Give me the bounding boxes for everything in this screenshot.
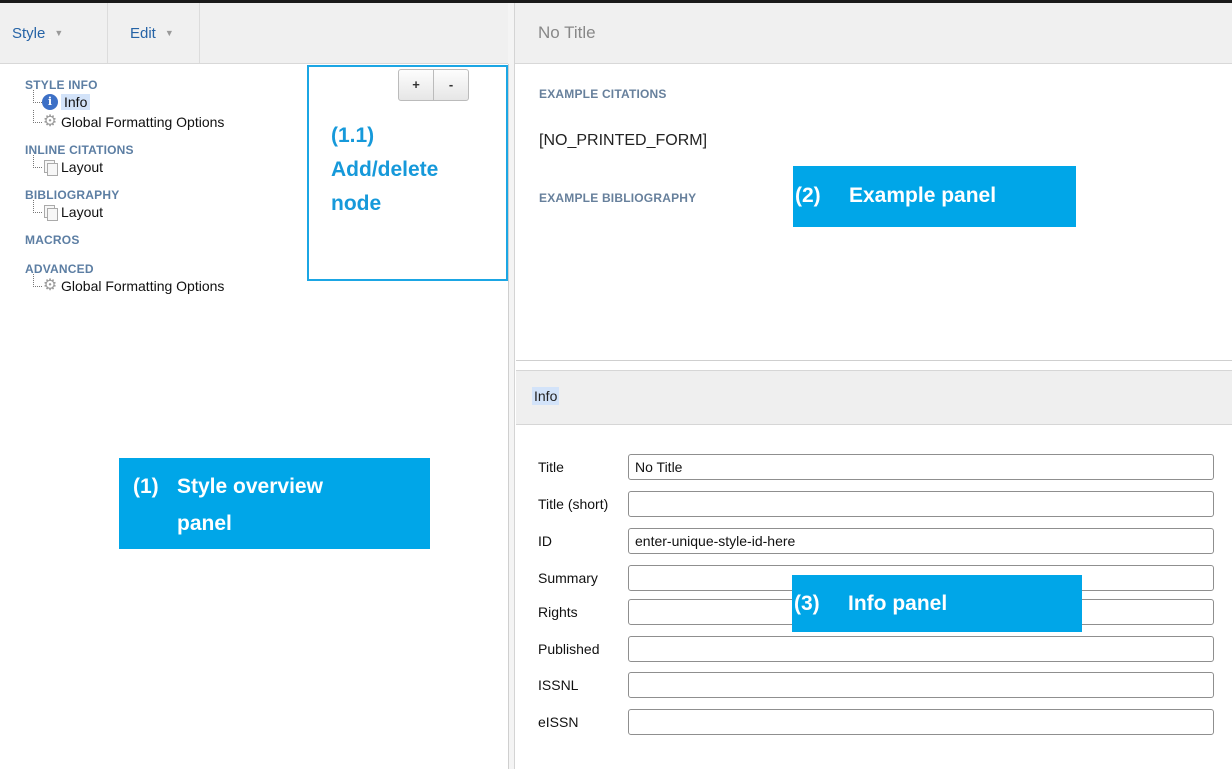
callout-line: Example panel [849,184,997,207]
pages-icon [42,159,58,176]
tree-node-advanced-global-formatting[interactable]: ⚙ Global Formatting Options [25,274,225,296]
field-label: Title (short) [538,496,609,512]
info-panel-header: Info [516,370,1232,425]
tree-node-label: Info [61,94,91,110]
caret-down-icon: ▼ [54,28,64,38]
tree-node-info[interactable]: i Info [25,90,224,112]
callout-line: node [331,192,382,215]
style-title-bar: No Title [515,3,1232,64]
tree-section-heading: ADVANCED [25,262,94,276]
tree-node-label: Layout [61,159,104,175]
pages-icon [42,204,58,221]
callout-line: (1.1) [331,124,375,147]
style-menu-button[interactable]: Style ▼ [0,3,108,63]
edit-menu-button[interactable]: Edit ▼ [108,3,200,63]
field-label: eISSN [538,714,579,730]
caret-down-icon: ▼ [164,28,174,38]
callout-number: (2) [795,184,821,207]
field-label: Published [538,641,600,657]
issnl-field[interactable] [628,672,1214,698]
example-bibliography-heading: EXAMPLE BIBLIOGRAPHY [539,191,697,205]
eissn-field[interactable] [628,709,1214,735]
panel-splitter[interactable] [508,3,515,769]
callout-line: Add/delete [331,158,439,181]
callout-number: (3) [794,592,820,615]
callout-line: Info panel [848,592,948,615]
example-citations-text: [NO_PRINTED_FORM] [539,132,708,149]
tree-section-heading: STYLE INFO [25,78,98,92]
example-citations-heading: EXAMPLE CITATIONS [539,87,667,101]
gear-icon: ⚙ [42,113,58,130]
callout-line: Style overview [177,475,323,498]
tree-node-bibliography-layout[interactable]: Layout [25,200,224,222]
info-panel-title: Info [532,387,560,405]
field-label: ID [538,533,552,549]
style-overview-callout: (1) Style overview panel [119,458,430,549]
tree-section-heading: MACROS [25,233,80,247]
tree-node-inline-layout[interactable]: Layout [25,155,224,177]
title-short-field[interactable] [628,491,1214,517]
field-label: Title [538,459,564,475]
field-label: ISSNL [538,677,579,693]
tree-node-global-formatting[interactable]: ⚙ Global Formatting Options [25,110,225,132]
edit-menu-label: Edit [130,24,156,42]
tree-node-label: Global Formatting Options [61,114,225,130]
toolbar: Style ▼ Edit ▼ [0,3,508,64]
field-label: Rights [538,604,578,620]
id-field[interactable] [628,528,1214,554]
tree-node-label: Layout [61,204,104,220]
callout-line: panel [177,512,232,535]
info-panel-callout: (3) Info panel [792,575,1082,632]
callout-number: (1) [133,475,159,498]
gear-icon: ⚙ [42,277,58,294]
title-field[interactable] [628,454,1214,480]
tree-section-heading: INLINE CITATIONS [25,143,134,157]
style-title: No Title [538,23,596,42]
style-tree: STYLE INFO i Info ⚙ Global Formatting Op… [25,78,224,296]
style-menu-label: Style [12,24,46,42]
tree-section-heading: BIBLIOGRAPHY [25,188,120,202]
add-delete-callout: (1.1) Add/delete node [307,65,508,281]
published-field[interactable] [628,636,1214,662]
field-label: Summary [538,570,598,586]
info-icon: i [42,94,58,110]
tree-node-label: Global Formatting Options [61,278,225,294]
example-panel-callout: (2) Example panel [793,166,1076,227]
